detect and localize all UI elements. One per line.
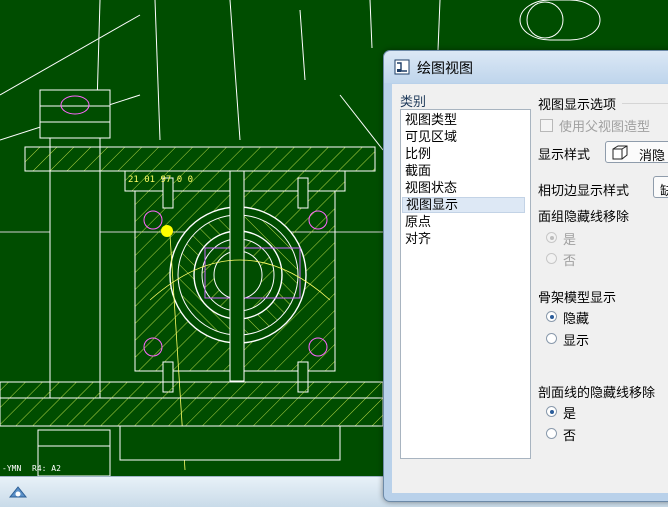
- group-divider: [622, 103, 668, 104]
- display-style-value: 消隐: [639, 149, 666, 164]
- category-item-view-state[interactable]: 视图状态: [405, 181, 457, 197]
- drawing-view-dialog: 绘图视图 类别 视图类型 可见区域 比例 截面 视图状态 视图显示 原点 对齐 …: [383, 50, 668, 502]
- category-label: 类别: [400, 95, 427, 110]
- skeleton-show-label: 显示: [563, 334, 590, 349]
- category-item-visible-area[interactable]: 可见区域: [405, 130, 457, 146]
- category-item-section[interactable]: 截面: [405, 164, 431, 180]
- cad-selection-point: [161, 225, 173, 237]
- category-item-origin[interactable]: 原点: [405, 215, 431, 231]
- category-list[interactable]: 视图类型 可见区域 比例 截面 视图状态 视图显示 原点 对齐: [400, 109, 531, 459]
- drawing-view-icon: [394, 59, 410, 75]
- face-group-yes-label: 是: [563, 233, 577, 248]
- tangent-edge-value: 缺: [660, 184, 668, 199]
- section-hidden-line-label: 剖面线的隐藏线移除: [538, 386, 656, 401]
- section-hidden-no-label: 否: [563, 429, 577, 444]
- tangent-edge-dropdown[interactable]: 缺: [653, 176, 668, 199]
- skeleton-display-label: 骨架模型显示: [538, 291, 617, 306]
- dialog-titlebar[interactable]: 绘图视图: [384, 51, 668, 83]
- face-group-no-label: 否: [563, 254, 577, 269]
- category-item-view-display[interactable]: 视图显示: [402, 197, 525, 213]
- view-display-options-title: 视图显示选项: [538, 98, 617, 113]
- face-group-no-radio[interactable]: [546, 253, 557, 264]
- category-item-scale[interactable]: 比例: [405, 147, 431, 163]
- face-group-yes-radio[interactable]: [546, 232, 557, 243]
- section-hidden-no-radio[interactable]: [546, 428, 557, 439]
- category-item-view-type[interactable]: 视图类型: [405, 113, 457, 129]
- skeleton-hide-label: 隐藏: [563, 312, 590, 327]
- skeleton-hide-radio[interactable]: [546, 311, 557, 322]
- cad-note-left: -YMN: [2, 464, 21, 473]
- use-parent-style-label: 使用父视图造型: [559, 120, 651, 135]
- category-item-alignment[interactable]: 对齐: [405, 232, 431, 248]
- skeleton-show-radio[interactable]: [546, 333, 557, 344]
- display-style-dropdown[interactable]: 消隐: [605, 141, 668, 164]
- cad-ruler-text: 21 01 97 0 0: [128, 175, 193, 185]
- dialog-client: 类别 视图类型 可见区域 比例 截面 视图状态 视图显示 原点 对齐 视图显示选…: [392, 84, 668, 493]
- tangent-edge-label: 相切边显示样式: [538, 184, 630, 199]
- face-group-hidden-label: 面组隐藏线移除: [538, 210, 630, 225]
- use-parent-style-checkbox[interactable]: [540, 119, 553, 132]
- hidden-line-cube-icon: [612, 145, 628, 160]
- section-hidden-yes-radio[interactable]: [546, 406, 557, 417]
- cad-note-right: R4: A2: [32, 464, 61, 473]
- display-style-label: 显示样式: [538, 148, 591, 163]
- section-hidden-yes-label: 是: [563, 407, 577, 422]
- dialog-title: 绘图视图: [417, 61, 473, 77]
- app-icon[interactable]: [8, 483, 28, 501]
